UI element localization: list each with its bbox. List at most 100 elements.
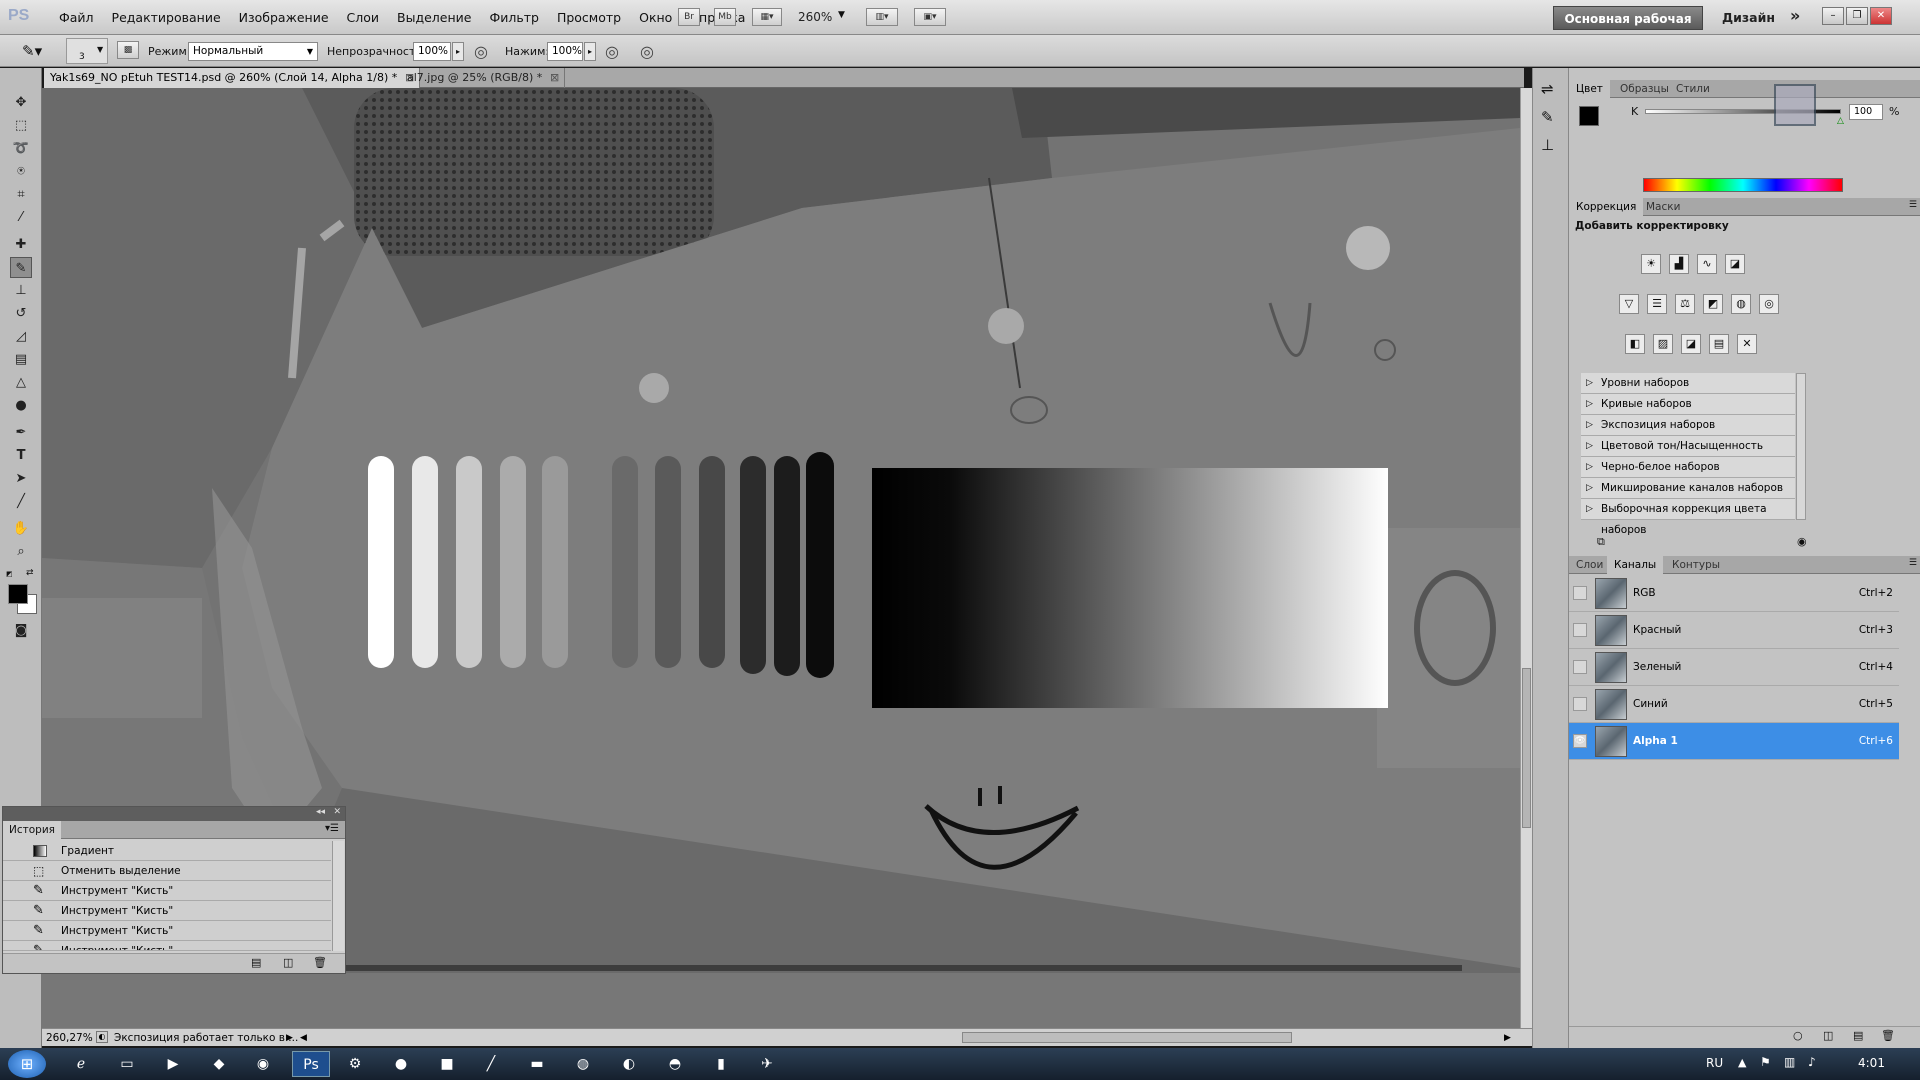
trash-icon[interactable]: 🗑 — [1881, 1029, 1895, 1042]
curves-icon[interactable]: ∿ — [1697, 254, 1717, 274]
levels-icon[interactable]: ▟ — [1669, 254, 1689, 274]
preset-levels[interactable]: Уровни наборов — [1581, 373, 1795, 394]
photoshop-taskbar-icon[interactable]: Ps — [292, 1051, 330, 1077]
close-icon[interactable]: ⊠ — [550, 68, 559, 88]
tab-history[interactable]: История — [3, 821, 61, 839]
vertical-scrollbar[interactable] — [1520, 88, 1532, 1028]
chevron-down-icon[interactable]: ▼ — [838, 10, 845, 20]
load-selection-icon[interactable]: ○ — [1793, 1029, 1803, 1042]
photo-filter-icon[interactable]: ◍ — [1731, 294, 1751, 314]
clock[interactable]: 4:01 — [1858, 1056, 1885, 1070]
scroll-left-icon[interactable]: ◀ — [300, 1029, 307, 1047]
eyedropper-tool-icon[interactable]: ⁄ — [10, 207, 32, 228]
tab-adjustments[interactable]: Коррекция — [1569, 198, 1644, 216]
preset-exposure[interactable]: Экспозиция наборов — [1581, 415, 1795, 436]
gradient-map-icon[interactable]: ▤ — [1709, 334, 1729, 354]
blur-tool-icon[interactable]: △ — [10, 372, 32, 393]
quick-select-tool-icon[interactable]: ⍟ — [10, 161, 32, 182]
input-language[interactable]: RU — [1706, 1056, 1723, 1070]
internet-explorer-icon[interactable]: ℯ — [62, 1051, 100, 1077]
tab-paths[interactable]: Контуры — [1665, 556, 1727, 574]
tab-color[interactable]: Цвет — [1569, 80, 1610, 98]
start-button[interactable]: ⊞ — [8, 1050, 46, 1078]
clone-source-icon[interactable]: ⊥ — [1541, 136, 1554, 154]
eye-icon[interactable]: 👁 — [1573, 734, 1587, 748]
new-document-from-state-icon[interactable]: ▤ — [251, 956, 261, 969]
close-icon[interactable]: ✕ — [333, 807, 341, 817]
lasso-tool-icon[interactable]: ➰ — [10, 138, 32, 159]
history-item[interactable]: ✎ Инструмент "Кисть" — [3, 921, 331, 941]
tool-presets-icon[interactable]: ⇌ — [1541, 80, 1554, 98]
screen-mode-button[interactable]: ▣▾ — [914, 8, 946, 26]
zoom-level-dropdown[interactable]: 260% — [798, 10, 832, 24]
visibility-toggle[interactable] — [1573, 660, 1587, 674]
history-item[interactable]: Градиент — [3, 841, 331, 861]
tab-document-2[interactable]: al7.jpg @ 25% (RGB/8) * ⊠ — [401, 68, 566, 88]
swap-colors-icon[interactable]: ⇄ — [26, 568, 34, 578]
posterize-icon[interactable]: ▨ — [1653, 334, 1673, 354]
tab-layers[interactable]: Слои — [1569, 556, 1610, 574]
k-slider-thumb[interactable]: △ — [1837, 116, 1844, 126]
media-player-icon[interactable]: ▶ — [154, 1051, 192, 1077]
opacity-slider-button[interactable]: ▸ — [452, 42, 464, 61]
history-item[interactable]: ✎ Инструмент "Кисть" — [3, 901, 331, 921]
menu-image[interactable]: Изображение — [230, 10, 338, 25]
color-balance-icon[interactable]: ⚖ — [1675, 294, 1695, 314]
status-info-icon[interactable]: ◐ — [96, 1031, 108, 1043]
menu-window[interactable]: Окно — [630, 10, 681, 25]
snapshot-icon[interactable]: ◫ — [283, 956, 293, 969]
arrange-documents-button[interactable]: ▥▾ — [866, 8, 898, 26]
tray-expand-icon[interactable]: ▲ — [1738, 1056, 1746, 1069]
app-icon[interactable]: ◐ — [610, 1051, 648, 1077]
hand-tool-icon[interactable]: ✋ — [10, 518, 32, 539]
k-value-input[interactable]: 100 — [1849, 104, 1883, 120]
history-item[interactable]: ⬚ Отменить выделение — [3, 861, 331, 881]
foreground-color-swatch[interactable] — [8, 584, 28, 604]
color-ramp[interactable] — [1643, 178, 1843, 192]
menu-filter[interactable]: Фильтр — [480, 10, 547, 25]
brush-presets-icon[interactable]: ✎ — [1541, 108, 1554, 126]
panel-menu-icon[interactable]: ▾☰ — [325, 823, 339, 834]
collapse-icon[interactable]: ◂◂ — [316, 807, 325, 817]
volume-icon[interactable]: ♪ — [1808, 1055, 1816, 1069]
extras-menu-button[interactable]: ▦▾ — [752, 8, 782, 26]
preset-channel-mixer[interactable]: Микширование каналов наборов — [1581, 478, 1795, 499]
channel-row-blue[interactable]: Синий Ctrl+5 — [1569, 686, 1899, 723]
horizontal-scroll-thumb[interactable] — [962, 1032, 1292, 1043]
move-tool-icon[interactable]: ✥ — [10, 92, 32, 113]
selective-color-icon[interactable]: ✕ — [1737, 334, 1757, 354]
presets-scrollbar[interactable] — [1796, 373, 1806, 520]
crop-tool-icon[interactable]: ⌗ — [10, 184, 32, 205]
clip-to-layer-icon[interactable]: ⧉ — [1597, 535, 1605, 549]
bridge-button[interactable]: Br — [678, 8, 700, 26]
new-channel-icon[interactable]: ▤ — [1853, 1029, 1863, 1042]
preset-selective-color[interactable]: Выборочная коррекция цвета наборов — [1581, 499, 1795, 536]
line-tool-icon[interactable]: ╱ — [10, 491, 32, 512]
panel-menu-icon[interactable]: ☰ — [1909, 558, 1917, 568]
visibility-toggle[interactable] — [1573, 586, 1587, 600]
quick-mask-icon[interactable]: ◙ — [10, 620, 32, 641]
eraser-tool-icon[interactable]: ◿ — [10, 326, 32, 347]
collapse-to-icons-icon[interactable] — [1774, 84, 1816, 126]
menu-select[interactable]: Выделение — [388, 10, 480, 25]
tab-masks[interactable]: Маски — [1639, 198, 1687, 216]
tab-styles[interactable]: Стили — [1669, 80, 1717, 98]
steam-icon[interactable]: ⚙ — [336, 1051, 374, 1077]
save-selection-icon[interactable]: ◫ — [1823, 1029, 1833, 1042]
more-workspaces-button[interactable]: » — [1790, 6, 1800, 25]
network-icon[interactable]: ▥ — [1784, 1055, 1795, 1069]
menu-file[interactable]: Файл — [50, 10, 103, 25]
marquee-tool-icon[interactable]: ⬚ — [10, 115, 32, 136]
history-brush-tool-icon[interactable]: ↺ — [10, 303, 32, 324]
threshold-icon[interactable]: ◪ — [1681, 334, 1701, 354]
mini-bridge-button[interactable]: Mb — [714, 8, 736, 26]
brightness-contrast-icon[interactable]: ☀ — [1641, 254, 1661, 274]
path-selection-tool-icon[interactable]: ➤ — [10, 468, 32, 489]
workspace-button[interactable]: Основная рабочая среда — [1553, 6, 1703, 50]
blend-mode-select[interactable]: Нормальный ▼ — [188, 42, 318, 61]
explorer-icon[interactable]: ▭ — [108, 1051, 146, 1077]
pen-tool-icon[interactable]: ✒ — [10, 422, 32, 443]
foreground-color-swatch[interactable] — [1579, 106, 1599, 126]
flow-input[interactable]: 100% — [547, 42, 583, 61]
menu-edit[interactable]: Редактирование — [103, 10, 230, 25]
